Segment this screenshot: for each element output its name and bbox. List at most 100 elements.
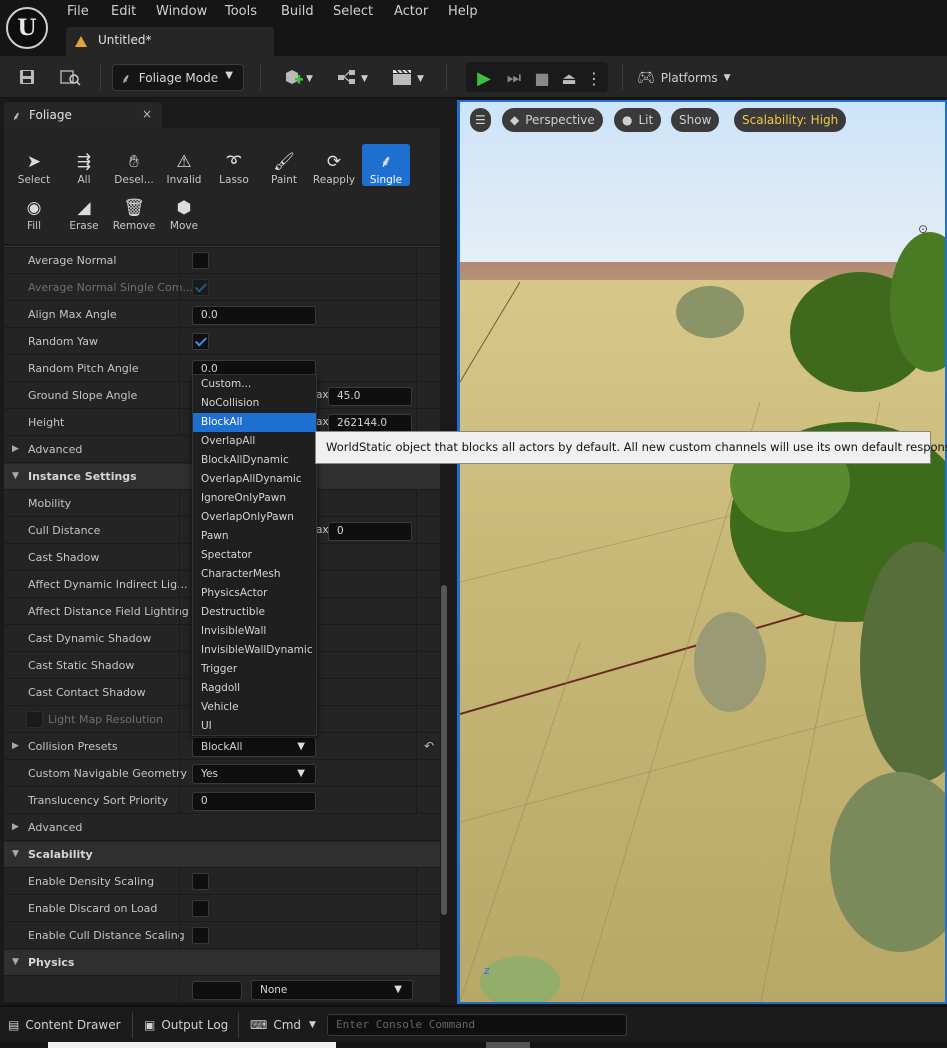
- collision-presets-combo[interactable]: BlockAll ▼: [192, 737, 316, 757]
- dropdown-option[interactable]: UI: [193, 717, 316, 736]
- lit-button[interactable]: ● Lit: [614, 108, 662, 132]
- tool-deselect[interactable]: ✋︎ Desel...: [110, 144, 158, 186]
- fill-bucket-icon: ◉: [26, 198, 42, 218]
- camera-speed-icon[interactable]: ⊙: [918, 222, 928, 236]
- main-toolbar: ⸙ Foliage Mode ▼ ▼ ▼ ▼ ▶ ⏭ ■ ⏏ ⋮ 🎮︎ Plat…: [0, 56, 947, 98]
- document-tab[interactable]: Untitled*: [66, 27, 274, 56]
- cull-distance-scaling-checkbox[interactable]: [192, 927, 209, 944]
- tool-single[interactable]: ⸙ Single: [362, 144, 410, 186]
- browse-button[interactable]: [56, 63, 84, 91]
- tool-move[interactable]: ⬢ Move: [160, 190, 208, 232]
- tool-all[interactable]: ⇶ All: [60, 144, 108, 186]
- dropdown-option[interactable]: Vehicle: [193, 698, 316, 717]
- cmd-button[interactable]: ⌨︎ Cmd ▼: [250, 1012, 316, 1038]
- toolbar-divider: [622, 64, 623, 90]
- menu-help[interactable]: Help: [448, 4, 478, 19]
- row-cull-distance-scaling: Enable Cull Distance Scaling: [4, 923, 440, 949]
- stop-icon: ■: [534, 68, 550, 88]
- cinematics-button[interactable]: ▼: [388, 63, 430, 91]
- dropdown-option[interactable]: Custom...: [193, 375, 316, 394]
- dropdown-option[interactable]: Pawn: [193, 527, 316, 546]
- platforms-button[interactable]: 🎮︎ Platforms ▼: [637, 64, 737, 91]
- mode-selector[interactable]: ⸙ Foliage Mode ▼: [112, 64, 244, 91]
- reset-icon[interactable]: ↶: [424, 739, 434, 753]
- dropdown-option[interactable]: InvisibleWall: [193, 622, 316, 641]
- play-options-button[interactable]: ⋮: [586, 64, 602, 92]
- output-log-button[interactable]: ▣ Output Log: [144, 1012, 228, 1038]
- close-icon[interactable]: ×: [142, 107, 152, 121]
- hand-icon: ✋︎: [129, 152, 139, 172]
- chevron-down-icon: ▼: [12, 957, 19, 967]
- eject-button[interactable]: ⏏: [556, 64, 582, 92]
- category-scalability[interactable]: ▼ Scalability: [4, 842, 440, 868]
- discard-on-load-checkbox[interactable]: [192, 900, 209, 917]
- unreal-logo-icon[interactable]: U: [6, 7, 48, 49]
- content-drawer-button[interactable]: ▤ Content Drawer: [8, 1012, 121, 1038]
- tool-erase[interactable]: ◢ Erase: [60, 190, 108, 232]
- tool-reapply[interactable]: ⟳ Reapply: [310, 144, 358, 186]
- dropdown-option[interactable]: Trigger: [193, 660, 316, 679]
- menu-actor[interactable]: Actor: [394, 4, 428, 19]
- category-physics[interactable]: ▼ Physics: [4, 950, 440, 976]
- hamburger-icon: ☰: [475, 113, 486, 127]
- tool-paint[interactable]: 🖌︎ Paint: [260, 144, 308, 186]
- translucency-sort-input[interactable]: 0: [192, 792, 316, 811]
- console-input[interactable]: Enter Console Command: [327, 1014, 627, 1036]
- viewport-menu-button[interactable]: ☰: [470, 108, 491, 132]
- dropdown-option[interactable]: InvisibleWallDynamic: [193, 641, 316, 660]
- stop-button[interactable]: ■: [530, 64, 554, 92]
- dropdown-option[interactable]: Ragdoll: [193, 679, 316, 698]
- tool-fill[interactable]: ◉ Fill: [10, 190, 58, 232]
- collision-preset-dropdown: Custom... NoCollision BlockAll OverlapAl…: [192, 374, 317, 736]
- panel-scrollbar[interactable]: [441, 585, 447, 915]
- light-map-override-checkbox: [26, 711, 43, 728]
- menu-window[interactable]: Window: [156, 4, 207, 19]
- tool-lasso[interactable]: ➰︎ Lasso: [210, 144, 258, 186]
- show-button[interactable]: Show: [671, 108, 720, 132]
- average-normal-checkbox[interactable]: [192, 252, 209, 269]
- random-yaw-checkbox[interactable]: [192, 333, 209, 350]
- log-icon: ▣: [144, 1018, 156, 1032]
- row-physics-material: None ▼: [4, 977, 440, 1002]
- dropdown-option[interactable]: NoCollision: [193, 394, 316, 413]
- menu-select[interactable]: Select: [333, 4, 373, 19]
- scalability-button[interactable]: Scalability: High: [734, 108, 847, 132]
- perspective-button[interactable]: ◆ Perspective: [502, 108, 603, 132]
- menu-edit[interactable]: Edit: [111, 4, 136, 19]
- chevron-right-icon: ▶: [12, 444, 19, 454]
- dropdown-option[interactable]: PhysicsActor: [193, 584, 316, 603]
- blueprint-button[interactable]: ▼: [334, 63, 374, 91]
- add-actor-button[interactable]: ▼: [278, 63, 318, 91]
- dropdown-option[interactable]: OverlapOnlyPawn: [193, 508, 316, 527]
- cull-distance-max-input[interactable]: 0: [328, 522, 412, 541]
- density-scaling-checkbox[interactable]: [192, 873, 209, 890]
- dropdown-option[interactable]: Destructible: [193, 603, 316, 622]
- menu-file[interactable]: File: [67, 4, 89, 19]
- tool-remove[interactable]: 🗑︎ Remove: [110, 190, 158, 232]
- align-max-angle-input[interactable]: 0.0: [192, 306, 316, 325]
- row-advanced-2[interactable]: ▶ Advanced: [4, 815, 440, 841]
- dropdown-option[interactable]: Spectator: [193, 546, 316, 565]
- dropdown-option[interactable]: CharacterMesh: [193, 565, 316, 584]
- row-density-scaling: Enable Density Scaling: [4, 869, 440, 895]
- menu-build[interactable]: Build: [281, 4, 314, 19]
- mode-label: Foliage Mode: [138, 70, 219, 85]
- dropdown-option[interactable]: OverlapAllDynamic: [193, 470, 316, 489]
- level-viewport[interactable]: z ☰ ◆ Perspective ● Lit Show Scalability: …: [457, 100, 947, 1004]
- taskbar-strip: [48, 1042, 336, 1048]
- custom-nav-combo[interactable]: Yes ▼: [192, 764, 316, 784]
- menu-tools[interactable]: Tools: [225, 4, 257, 19]
- advance-frame-button[interactable]: ⏭: [502, 64, 526, 92]
- dropdown-option[interactable]: IgnoreOnlyPawn: [193, 489, 316, 508]
- ground-slope-max-input[interactable]: 45.0: [328, 387, 412, 406]
- dropdown-option[interactable]: BlockAllDynamic: [193, 451, 316, 470]
- tool-invalid[interactable]: ⚠︎ Invalid: [160, 144, 208, 186]
- physics-material-combo[interactable]: None ▼: [251, 980, 413, 1000]
- dropdown-option-selected[interactable]: BlockAll: [193, 413, 316, 432]
- physics-swatch[interactable]: [192, 981, 242, 1000]
- foliage-tab[interactable]: ⸙ Foliage ×: [4, 102, 162, 128]
- dropdown-option[interactable]: OverlapAll: [193, 432, 316, 451]
- save-button[interactable]: [14, 63, 40, 91]
- tool-select[interactable]: ➤ Select: [10, 144, 58, 186]
- play-button[interactable]: ▶: [472, 64, 496, 92]
